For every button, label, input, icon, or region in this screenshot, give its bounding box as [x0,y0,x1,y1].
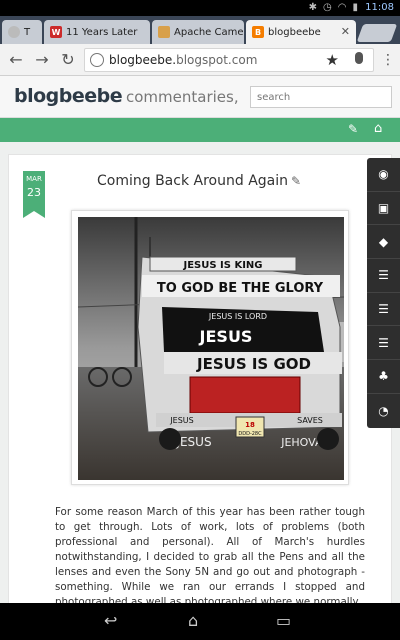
photo-banner: TO GOD BE THE GLORY [157,281,324,296]
date-month: MAR [26,175,42,183]
rv-photo-illustration: JESUS IS KING TO GOD BE THE GLORY JESUS … [78,217,344,480]
wifi-icon: ◠ [337,2,347,13]
photo-bottom-left: JESUS [175,435,211,449]
menu-icon[interactable]: ⋮ [378,50,398,70]
photo-plate-tag: DDD-28C [238,431,262,437]
web-page: blogbeebe commentaries, ca. ✎ ⌂ MAR 23 C… [0,76,400,603]
rss-icon[interactable]: ◔ [367,394,400,428]
blog-description: commentaries, ca. [126,88,244,106]
edit-pencil-icon[interactable]: ✎ [348,122,358,136]
list-icon[interactable]: ☰ [367,293,400,327]
status-bar: ✱ ◷ ◠ ▮ 11:08 [0,0,400,16]
home-nav-icon[interactable]: ⌂ [188,611,198,630]
post-card: MAR 23 Coming Back Around Again ✎ JESUS … [8,154,392,603]
post-photo[interactable]: JESUS IS KING TO GOD BE THE GLORY JESUS … [78,217,344,480]
tab-2[interactable]: W 11 Years Later [44,20,150,44]
post-title[interactable]: Coming Back Around Again ✎ [97,173,301,189]
bookmark-star-icon[interactable]: ★ [326,51,339,69]
list-icon[interactable]: ☰ [367,326,400,361]
tab-label: 11 Years Later [66,26,138,38]
list-icon[interactable]: ☰ [367,259,400,293]
status-icons: ✱ ◷ ◠ ▮ [309,2,358,13]
profile-icon[interactable]: ◉ [367,158,400,192]
tag-icon[interactable]: ◆ [367,225,400,260]
photo-bumper-right: SAVES [297,416,323,425]
battery-icon: ▮ [352,2,358,13]
bluetooth-icon: ✱ [308,2,318,13]
reload-icon[interactable]: ↻ [58,50,78,70]
search-input[interactable] [250,86,392,108]
date-badge: MAR 23 [23,171,45,218]
tab-strip: T W 11 Years Later Apache Came B blogbee… [0,16,400,44]
tab-label: blogbeebe [268,26,321,38]
date-day: 23 [27,186,41,199]
wiki-favicon-icon: W [50,26,62,38]
omnibox[interactable]: blogbeebe.blogspot.com ★ [84,48,374,72]
photo-hood: JESUS IS GOD [196,355,311,373]
apache-favicon-icon [158,26,170,38]
tab-4-active[interactable]: B blogbeebe ✕ [246,20,356,44]
blogger-icon[interactable]: ▣ [367,192,400,226]
android-nav-bar: ↩ ⌂ ▭ [0,603,400,640]
close-tab-icon[interactable]: ✕ [341,25,350,38]
blog-title[interactable]: blogbeebe [14,85,123,107]
home-icon[interactable]: ⌂ [374,121,382,136]
tab-1[interactable]: T [2,20,42,44]
photo-windshield: JESUS [199,327,253,346]
photo-bumper-left: JESUS [169,416,193,425]
followers-icon[interactable]: ♣ [367,360,400,394]
recents-nav-icon[interactable]: ▭ [276,611,291,630]
blogger-favicon-icon: B [252,26,264,38]
alarm-icon: ◷ [323,2,332,13]
social-sidebar: ◉ ▣ ◆ ☰ ☰ ☰ ♣ ◔ [367,158,400,428]
photo-sign-top: JESUS IS KING [182,260,262,271]
post-body: For some reason March of this year has b… [55,506,365,603]
tab-3[interactable]: Apache Came [152,20,244,44]
photo-windshield-top: JESUS IS LORD [208,312,267,321]
mic-icon[interactable] [355,52,363,64]
back-icon[interactable]: ← [6,50,26,70]
forward-icon[interactable]: → [32,50,52,70]
status-clock: 11:08 [365,2,394,13]
post-title-text: Coming Back Around Again [97,173,288,189]
blog-header: blogbeebe commentaries, ca. [0,76,400,118]
post-photo-frame: JESUS IS KING TO GOD BE THE GLORY JESUS … [71,210,349,485]
favicon-icon [8,26,20,38]
tab-label: Apache Came [174,26,244,38]
browser-toolbar: ← → ↻ blogbeebe.blogspot.com ★ ⋮ [0,44,400,76]
url-text[interactable]: blogbeebe.blogspot.com [109,53,257,67]
new-tab-button[interactable] [356,24,398,42]
back-nav-icon[interactable]: ↩ [104,611,117,630]
globe-icon [90,53,104,67]
blog-navbar: ✎ ⌂ [0,118,400,142]
edit-post-icon[interactable]: ✎ [291,174,301,188]
tab-label: T [24,26,31,38]
photo-plate: 18 [245,421,255,429]
